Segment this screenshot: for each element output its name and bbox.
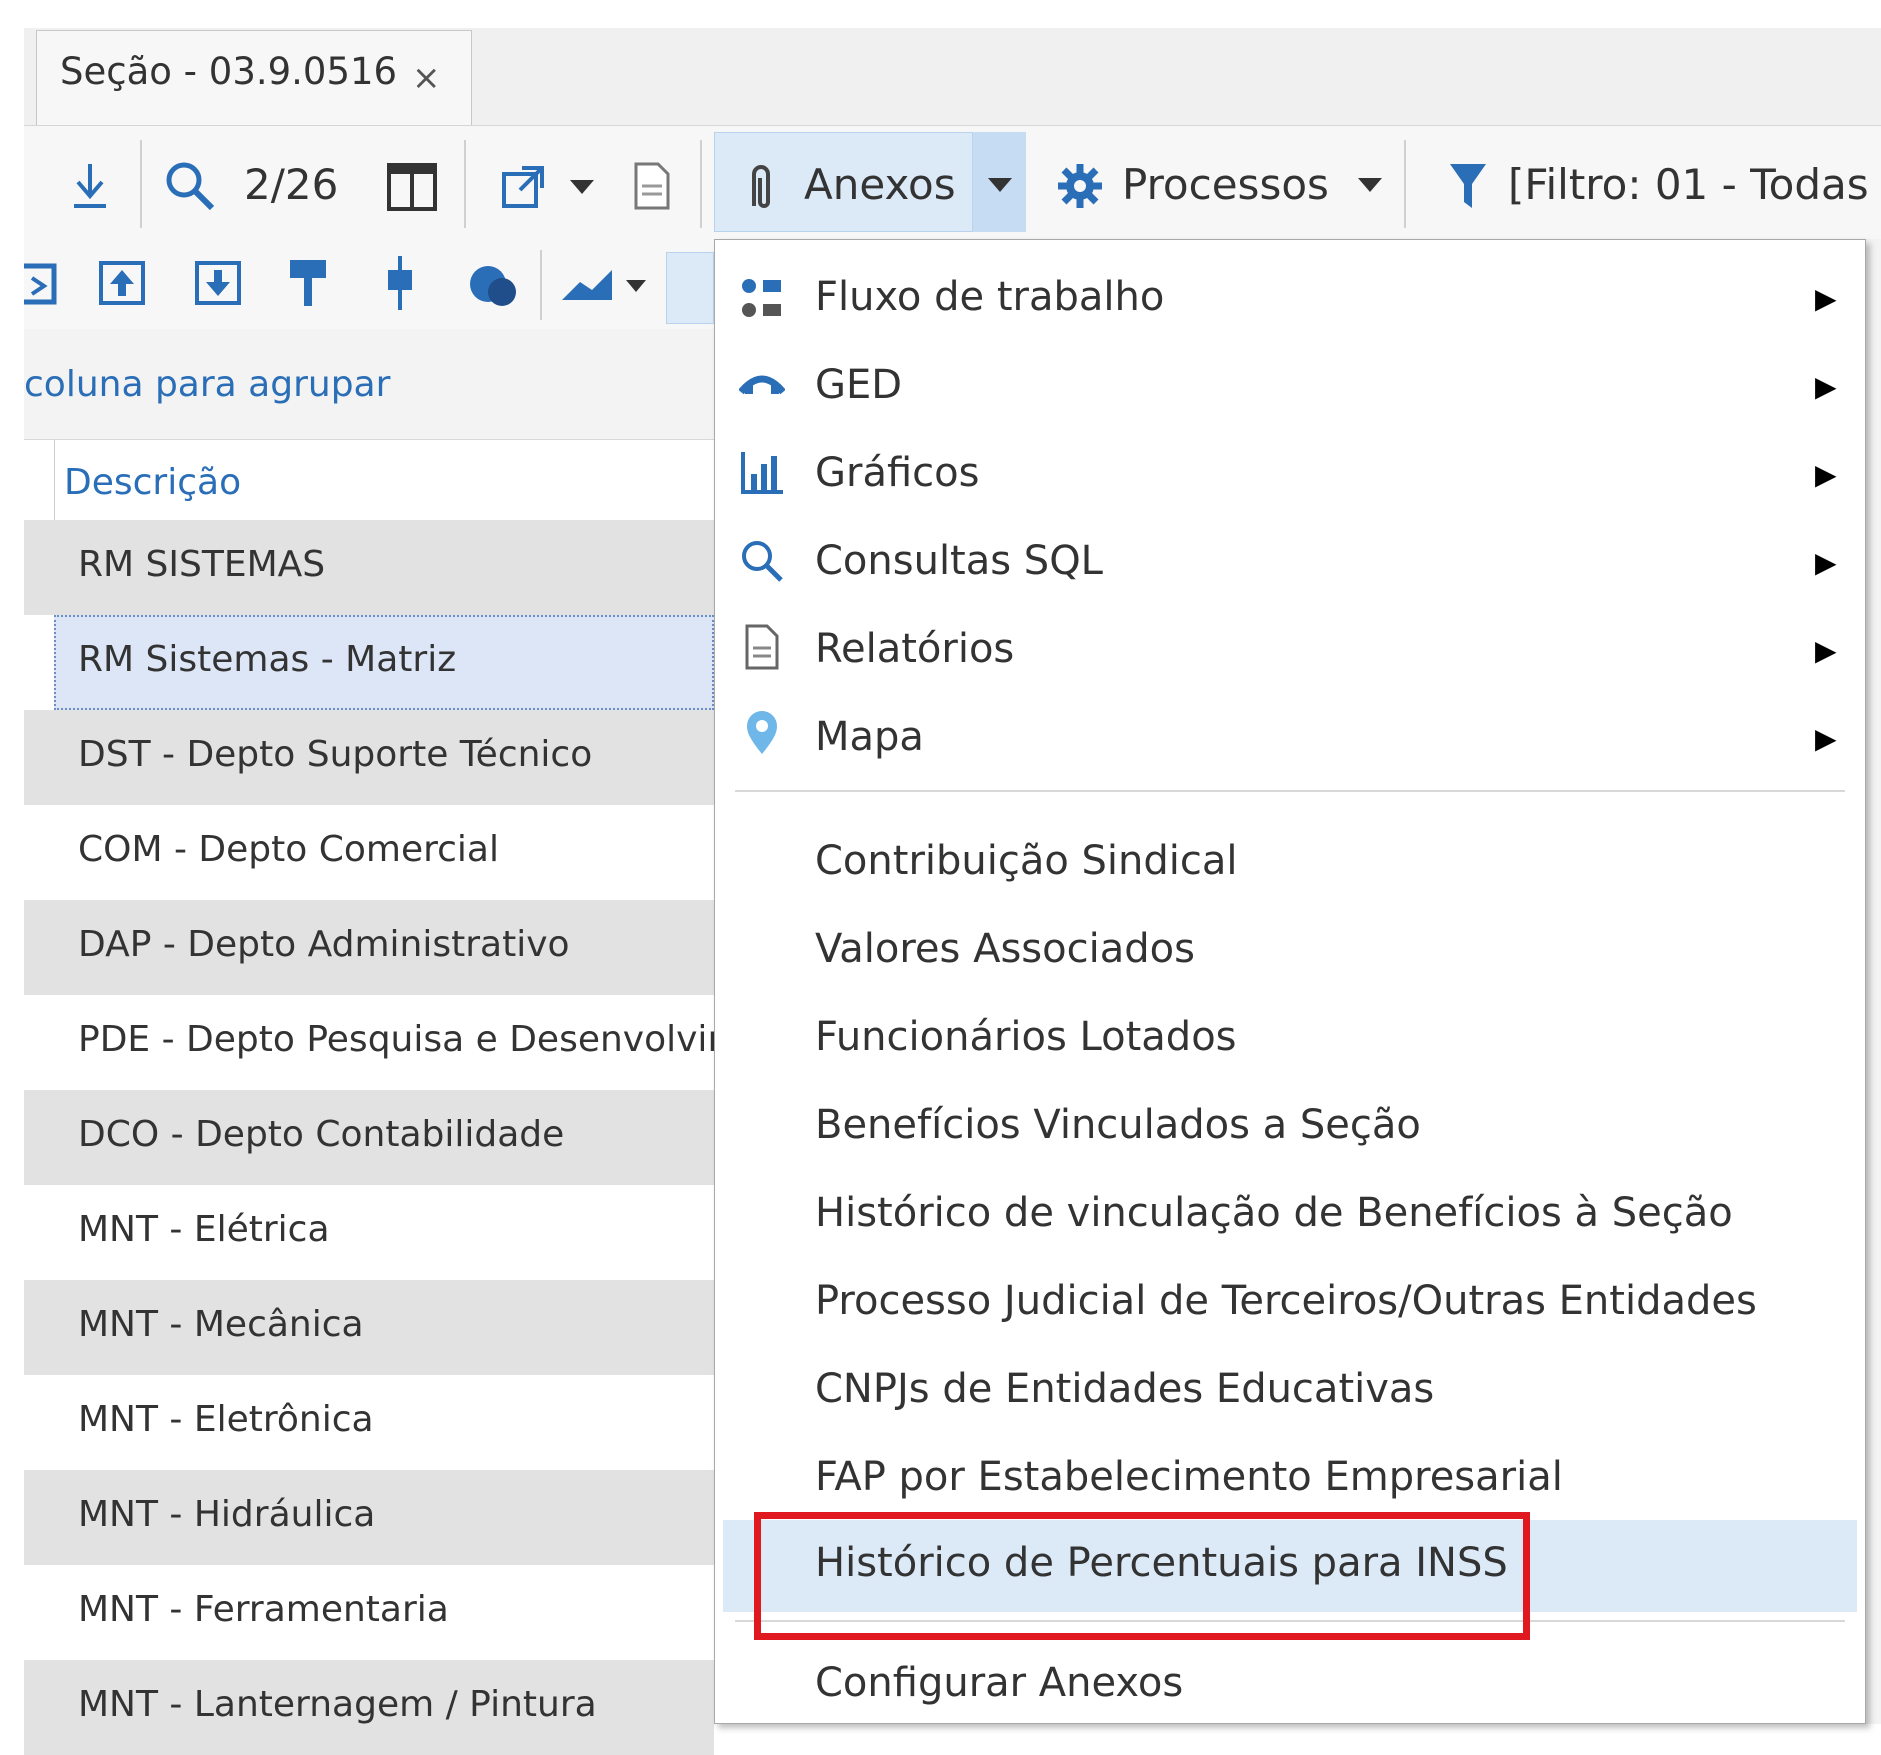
menu-item-label: Mapa bbox=[815, 714, 924, 760]
menu-item-historico-vinculacao-beneficios[interactable]: Histórico de vinculação de Benefícios à … bbox=[715, 1170, 1865, 1258]
menu-item-label: Benefícios Vinculados a Seção bbox=[815, 1102, 1421, 1148]
row-label: MNT - Ferramentaria bbox=[78, 1589, 449, 1630]
submenu-arrow-icon: ▶ bbox=[1815, 546, 1837, 579]
row-label: PDE - Depto Pesquisa e Desenvolvimento bbox=[78, 1019, 714, 1060]
toolbar-separator bbox=[700, 140, 702, 228]
chevron-down-icon[interactable] bbox=[570, 180, 594, 196]
menu-item-processo-judicial[interactable]: Processo Judicial de Terceiros/Outras En… bbox=[715, 1258, 1865, 1346]
submenu-arrow-icon: ▶ bbox=[1815, 370, 1837, 403]
anexos-dropdown-menu: Fluxo de trabalho ▶ GED ▶ Gráficos ▶ Con… bbox=[714, 239, 1866, 1724]
menu-item-label: GED bbox=[815, 362, 903, 408]
toolbar-separator bbox=[464, 140, 466, 228]
workflow-icon bbox=[742, 279, 781, 317]
move-up-icon[interactable] bbox=[98, 260, 146, 306]
close-icon[interactable]: × bbox=[412, 58, 441, 98]
ged-icon bbox=[739, 375, 785, 395]
toolbar-separator bbox=[540, 250, 542, 320]
menu-item-relatorios[interactable]: Relatórios ▶ bbox=[715, 606, 1865, 694]
import-icon[interactable] bbox=[24, 262, 58, 306]
report-icon bbox=[745, 624, 779, 670]
format-painter-icon[interactable] bbox=[288, 258, 328, 308]
submenu-arrow-icon: ▶ bbox=[1815, 282, 1837, 315]
menu-item-label: Relatórios bbox=[815, 626, 1015, 672]
row-label: MNT - Mecânica bbox=[78, 1304, 364, 1345]
toolbar-separator bbox=[1404, 140, 1406, 228]
menu-item-label: Processo Judicial de Terceiros/Outras En… bbox=[815, 1278, 1757, 1324]
underlying-grid-edge bbox=[1866, 239, 1881, 1724]
row-label: DAP - Depto Administrativo bbox=[78, 924, 570, 965]
group-hint: coluna para agrupar bbox=[24, 364, 391, 405]
row-label: COM - Depto Comercial bbox=[78, 829, 499, 870]
columns-icon[interactable] bbox=[386, 162, 438, 212]
menu-item-consultas-sql[interactable]: Consultas SQL ▶ bbox=[715, 518, 1865, 606]
row-label: DST - Depto Suporte Técnico bbox=[78, 734, 593, 775]
menu-item-beneficios-vinculados[interactable]: Benefícios Vinculados a Seção bbox=[715, 1082, 1865, 1170]
menu-item-label: Funcionários Lotados bbox=[815, 1014, 1237, 1060]
top-strip bbox=[0, 0, 1881, 28]
menu-item-label: Valores Associados bbox=[815, 926, 1195, 972]
export-icon[interactable] bbox=[500, 164, 546, 210]
menu-item-label: Gráficos bbox=[815, 450, 980, 496]
annotation-highlight-box bbox=[754, 1512, 1530, 1640]
move-down-icon[interactable] bbox=[194, 260, 242, 306]
search-icon[interactable] bbox=[162, 158, 218, 214]
filter-label[interactable]: [Filtro: 01 - Todas bbox=[1508, 160, 1869, 209]
menu-item-funcionarios-lotados[interactable]: Funcionários Lotados bbox=[715, 994, 1865, 1082]
menu-item-cnpjs-entidades[interactable]: CNPJs de Entidades Educativas bbox=[715, 1346, 1865, 1434]
row-label: RM SISTEMAS bbox=[78, 544, 326, 585]
menu-item-label: FAP por Estabelecimento Empresarial bbox=[815, 1454, 1563, 1500]
map-pin-icon bbox=[747, 711, 777, 754]
row-label: MNT - Lanternagem / Pintura bbox=[78, 1684, 597, 1725]
toolbar-separator bbox=[140, 140, 142, 228]
area-chart-icon[interactable] bbox=[562, 268, 618, 302]
filter-icon[interactable] bbox=[1448, 160, 1488, 212]
menu-item-label: Configurar Anexos bbox=[815, 1660, 1184, 1706]
menu-item-contribuicao-sindical[interactable]: Contribuição Sindical bbox=[715, 818, 1865, 906]
row-label: MNT - Eletrônica bbox=[78, 1399, 374, 1440]
menu-separator bbox=[735, 790, 1845, 792]
gear-icon[interactable] bbox=[1056, 162, 1104, 210]
menu-item-label: Histórico de vinculação de Benefícios à … bbox=[815, 1190, 1733, 1236]
submenu-arrow-icon: ▶ bbox=[1815, 634, 1837, 667]
submenu-arrow-icon: ▶ bbox=[1815, 722, 1837, 755]
download-icon[interactable] bbox=[68, 160, 112, 212]
menu-item-label: Contribuição Sindical bbox=[815, 838, 1238, 884]
menu-item-ged[interactable]: GED ▶ bbox=[715, 342, 1865, 430]
search-icon bbox=[742, 541, 783, 582]
tab-label: Seção - 03.9.0516 bbox=[60, 50, 398, 93]
shapes-icon[interactable] bbox=[466, 258, 522, 310]
chevron-down-icon[interactable] bbox=[1358, 178, 1382, 194]
row-label: RM Sistemas - Matriz bbox=[78, 639, 457, 680]
paperclip-icon bbox=[752, 165, 770, 208]
page-counter: 2/26 bbox=[244, 160, 339, 209]
row-label: DCO - Depto Contabilidade bbox=[78, 1114, 565, 1155]
menu-item-label: Fluxo de trabalho bbox=[815, 274, 1165, 320]
menu-item-fluxo-de-trabalho[interactable]: Fluxo de trabalho ▶ bbox=[715, 254, 1865, 342]
menu-item-label: Consultas SQL bbox=[815, 538, 1103, 584]
chevron-down-icon bbox=[988, 178, 1012, 192]
menu-item-valores-associados[interactable]: Valores Associados bbox=[715, 906, 1865, 994]
processos-label[interactable]: Processos bbox=[1122, 160, 1329, 209]
submenu-arrow-icon: ▶ bbox=[1815, 458, 1837, 491]
row-label: MNT - Elétrica bbox=[78, 1209, 330, 1250]
row-label: MNT - Hidráulica bbox=[78, 1494, 376, 1535]
menu-item-label: CNPJs de Entidades Educativas bbox=[815, 1366, 1435, 1412]
chevron-down-icon[interactable] bbox=[626, 280, 646, 294]
menu-item-mapa[interactable]: Mapa ▶ bbox=[715, 694, 1865, 782]
column-header-descricao[interactable]: Descrição bbox=[64, 462, 241, 503]
document-icon[interactable] bbox=[632, 160, 672, 212]
chart-icon bbox=[741, 452, 783, 494]
menu-item-fap-estabelecimento[interactable]: FAP por Estabelecimento Empresarial bbox=[715, 1434, 1865, 1522]
menu-item-configurar-anexos[interactable]: Configurar Anexos bbox=[715, 1640, 1865, 1728]
pin-icon[interactable] bbox=[382, 256, 418, 310]
menu-item-graficos[interactable]: Gráficos ▶ bbox=[715, 430, 1865, 518]
toolbar-toggle-active[interactable] bbox=[666, 252, 714, 324]
anexos-label: Anexos bbox=[804, 160, 956, 209]
